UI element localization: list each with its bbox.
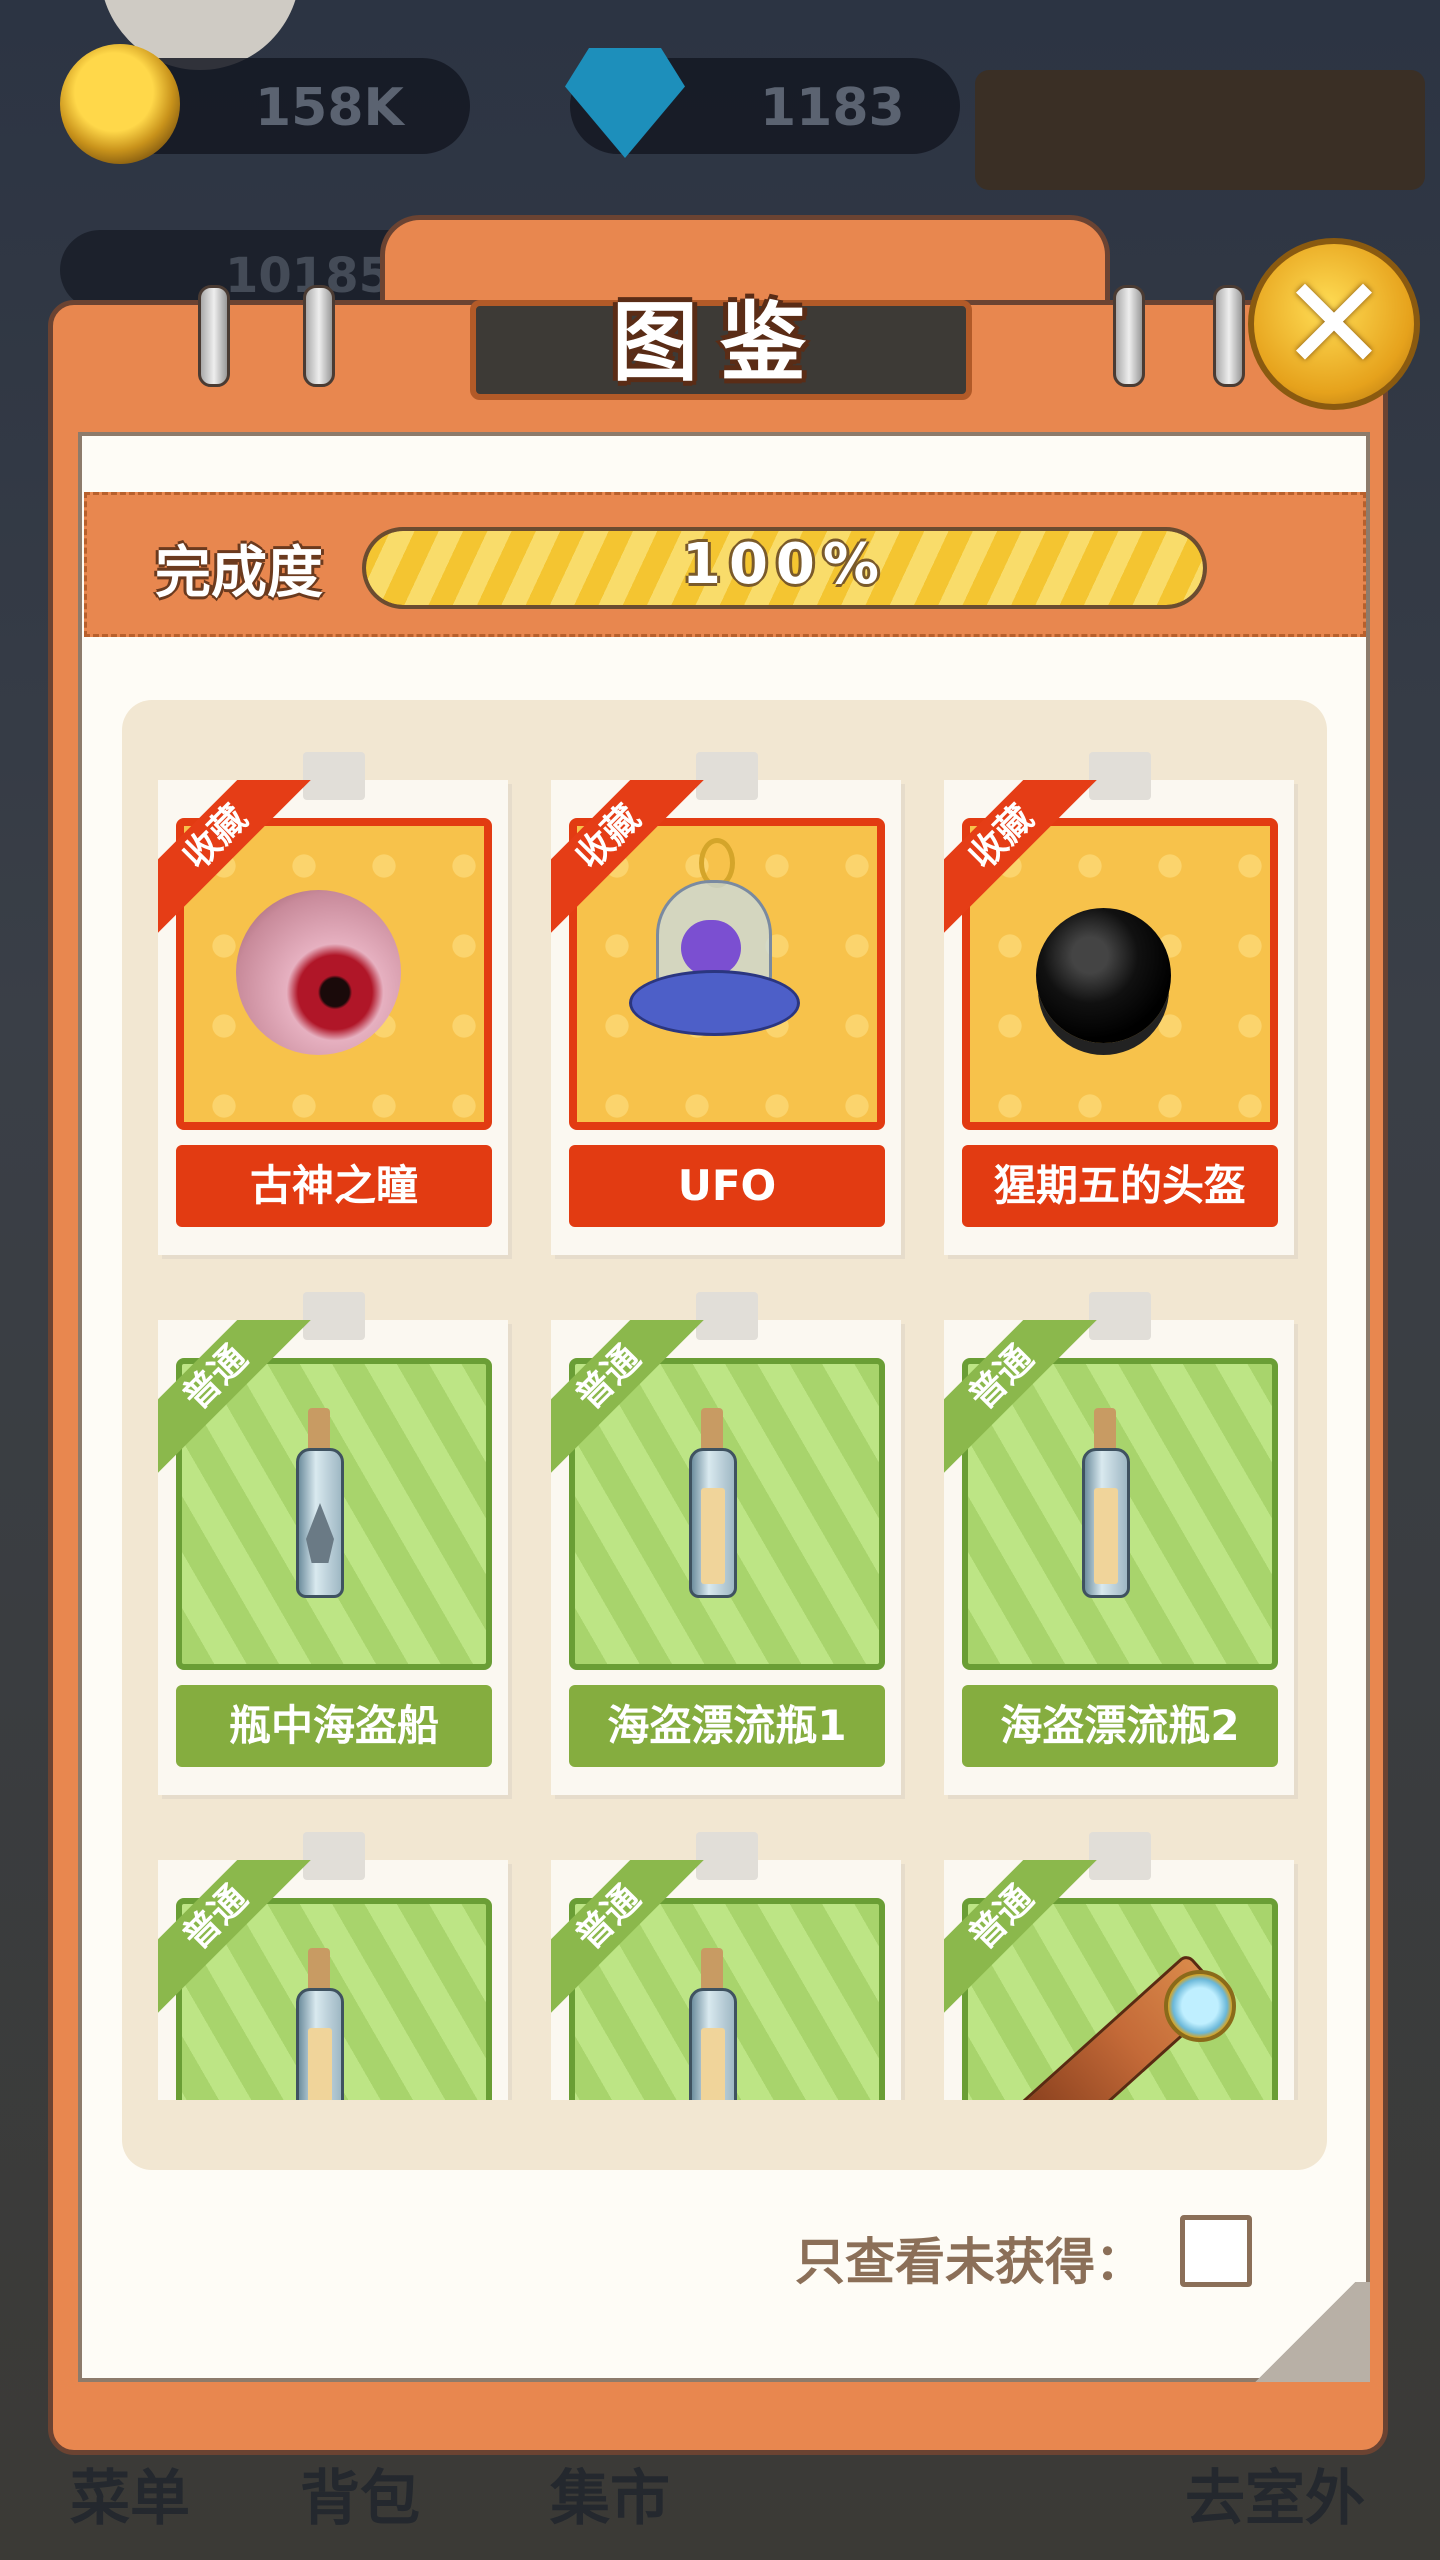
item-name: UFO: [569, 1145, 885, 1227]
menu-button[interactable]: 菜单: [70, 2450, 190, 2537]
backpack-button[interactable]: 背包: [300, 2450, 420, 2537]
lens-icon: [1164, 1970, 1236, 2042]
rarity-tag: 收藏: [158, 780, 313, 935]
collection-item-card[interactable]: 普通海盗漂流瓶2: [944, 1292, 1294, 1795]
item-name: 海盗漂流瓶2: [962, 1685, 1278, 1767]
collection-item-card[interactable]: 普通: [158, 1832, 508, 2100]
rarity-tag: 普通: [944, 1860, 1099, 2015]
item-name: 瓶中海盗船: [176, 1685, 492, 1767]
close-x-icon: ✕: [1279, 248, 1389, 400]
scroll-icon: [701, 1488, 725, 1584]
rarity-ribbon: 收藏: [158, 780, 318, 940]
rarity-tag: 收藏: [944, 780, 1099, 935]
binder-ring: [1213, 285, 1245, 387]
rarity-tag: 收藏: [551, 780, 706, 935]
collection-item-card[interactable]: 普通瓶中海盗船: [158, 1292, 508, 1795]
binder-ring: [198, 285, 230, 387]
binder-ring: [1113, 285, 1145, 387]
scroll-icon: [1094, 1488, 1118, 1584]
filter-unobtained-checkbox[interactable]: [1180, 2215, 1252, 2287]
saucer-icon: [629, 970, 800, 1036]
rarity-ribbon: 普通: [551, 1320, 711, 1480]
coin-value: 158K: [255, 78, 404, 138]
rarity-ribbon: 普通: [944, 1320, 1104, 1480]
rarity-ribbon: 普通: [551, 1860, 711, 2020]
item-name: 海盗漂流瓶1: [569, 1685, 885, 1767]
collection-item-card[interactable]: 收藏猩期五的头盔: [944, 752, 1294, 1255]
hud-panel: [975, 70, 1425, 190]
collection-grid[interactable]: 收藏 古神之瞳 收藏 UFO 收藏 猩期五的头盔 普通 瓶中海盗船 普通 海盗漂流瓶1 普通 海盗漂流…: [150, 740, 1310, 2100]
collection-item-card[interactable]: 收藏 UFO: [551, 752, 901, 1255]
collection-item-card[interactable]: 收藏古神之瞳: [158, 752, 508, 1255]
rarity-tag: 普通: [158, 1320, 313, 1475]
close-button[interactable]: ✕: [1248, 238, 1420, 410]
collection-item-card[interactable]: 普通: [944, 1832, 1294, 2100]
item-name: 猩期五的头盔: [962, 1145, 1278, 1227]
collection-item-card[interactable]: 普通: [551, 1832, 901, 2100]
dialog-title: 图鉴: [612, 293, 828, 393]
rarity-ribbon: 普通: [158, 1320, 318, 1480]
progress-label: 完成度: [155, 541, 323, 606]
market-button[interactable]: 集市: [550, 2450, 670, 2537]
collection-item-card[interactable]: 普通海盗漂流瓶1: [551, 1292, 901, 1795]
rarity-tag: 普通: [158, 1860, 313, 2015]
binder-ring: [303, 285, 335, 387]
rarity-ribbon: 普通: [944, 1860, 1104, 2020]
item-name: 古神之瞳: [176, 1145, 492, 1227]
gem-value: 1183: [760, 78, 905, 138]
coin-icon: [60, 44, 180, 164]
rarity-tag: 普通: [551, 1320, 706, 1475]
go-outside-button[interactable]: 去室外: [1185, 2450, 1365, 2537]
rarity-ribbon: 收藏: [551, 780, 711, 940]
rarity-tag: 普通: [551, 1860, 706, 2015]
rarity-ribbon: 普通: [158, 1860, 318, 2020]
filter-label: 只查看未获得：: [795, 2233, 1145, 2291]
rarity-tag: 普通: [944, 1320, 1099, 1475]
progress-value: 100%: [681, 532, 887, 597]
scroll-icon: [308, 2028, 332, 2100]
scroll-icon: [701, 2028, 725, 2100]
rarity-ribbon: 收藏: [944, 780, 1104, 940]
page-curl: [1240, 2282, 1370, 2382]
